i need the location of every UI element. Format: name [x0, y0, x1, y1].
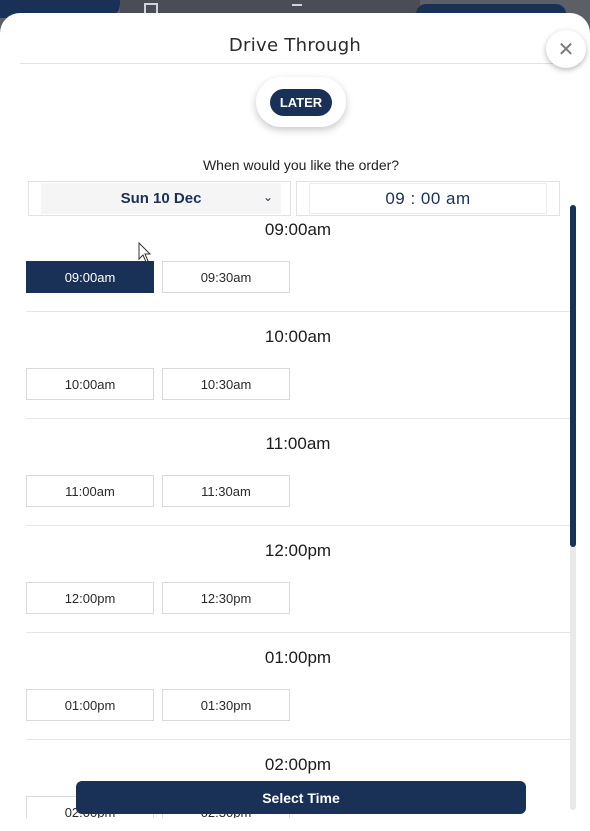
slot-group: 12:00pm 12:00pm 12:30pm [26, 526, 570, 633]
title-divider [20, 63, 580, 64]
slot-group-title: 09:00am [264, 220, 332, 239]
time-slot-button[interactable]: 12:00pm [26, 582, 154, 614]
background-toolbar [120, 0, 420, 14]
close-icon: ✕ [557, 37, 575, 61]
chevron-down-icon[interactable]: ⌄ [263, 190, 273, 204]
close-button[interactable]: ✕ [546, 30, 586, 68]
time-slot-button[interactable]: 01:00pm [26, 689, 154, 721]
time-slot-button[interactable]: 09:00am [26, 261, 154, 293]
later-pill[interactable]: LATER [269, 88, 333, 116]
slot-group-title: 12:00pm [264, 541, 332, 560]
order-time-question: When would you like the order? [202, 157, 400, 173]
time-slot-button[interactable]: 12:30pm [162, 582, 290, 614]
scrollbar-thumb[interactable] [570, 205, 576, 547]
time-slot-button[interactable]: 09:30am [162, 261, 290, 293]
time-slot-list[interactable]: 09:00am 09:00am 09:30am 10:00am 10:00am 10:30… [26, 205, 570, 818]
slot-group: 11:00am 11:00am 11:30am [26, 419, 570, 526]
time-slot-button[interactable]: 01:30pm [162, 689, 290, 721]
slot-group-title: 11:00am [265, 434, 331, 453]
time-slot-button[interactable]: 11:00am [26, 475, 154, 507]
slot-group-title: 10:00am [264, 327, 332, 346]
background-timer-icon [292, 4, 302, 9]
slot-group: 09:00am 09:00am 09:30am [26, 205, 570, 312]
order-mode-toggle[interactable]: LATER [256, 77, 346, 127]
slot-group-title: 01:00pm [264, 648, 332, 667]
time-slot-button[interactable]: 10:30am [162, 368, 290, 400]
mouse-cursor-icon [138, 242, 152, 263]
time-slot-button[interactable]: 11:30am [162, 475, 290, 507]
slot-group: 01:00pm 01:00pm 01:30pm [26, 633, 570, 740]
modal-title: Drive Through [228, 35, 362, 56]
select-time-button[interactable]: Select Time [76, 781, 526, 814]
slot-group: 10:00am 10:00am 10:30am [26, 312, 570, 419]
slot-group-title: 02:00pm [264, 755, 332, 774]
time-slot-button[interactable]: 10:00am [26, 368, 154, 400]
